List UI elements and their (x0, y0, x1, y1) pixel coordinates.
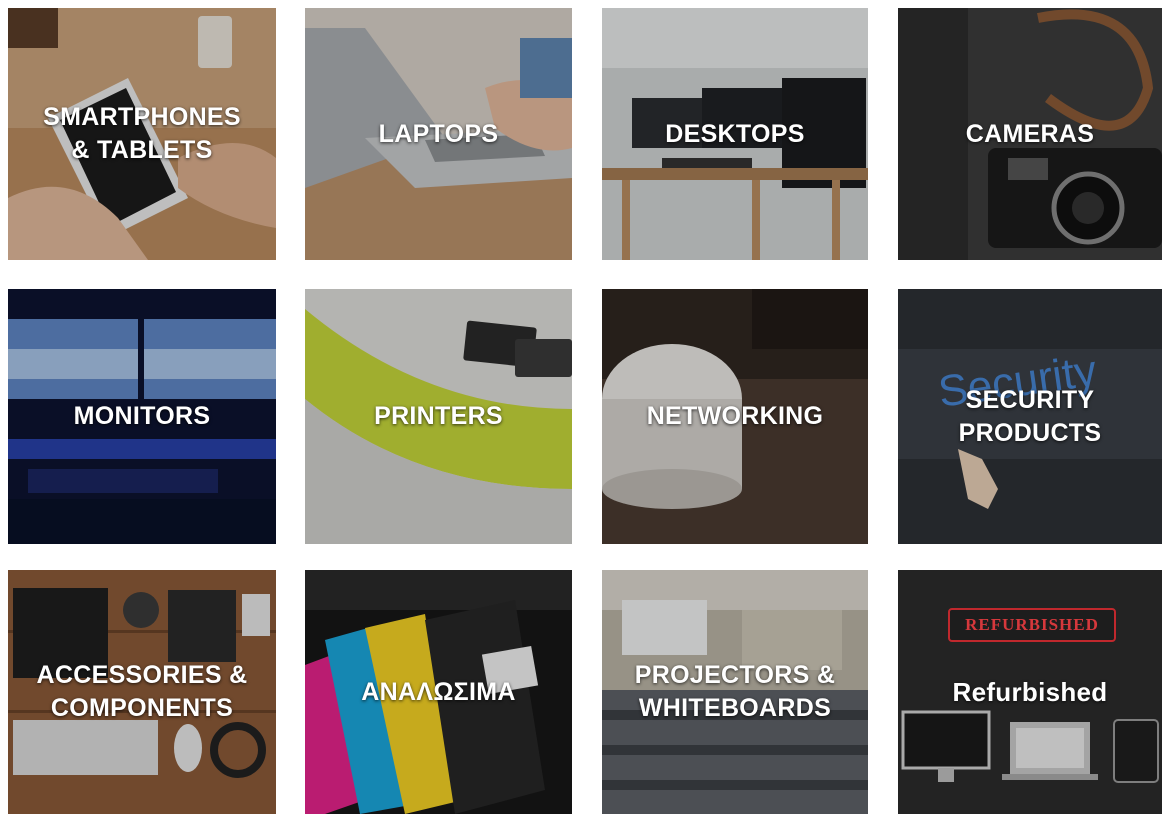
category-label-refurbished: Refurbished (952, 676, 1108, 707)
category-tile-cameras[interactable]: CAMERAS (898, 8, 1162, 260)
category-label-desktops: DESKTOPS (665, 119, 805, 148)
category-tile-desktops[interactable]: DESKTOPS (602, 8, 868, 260)
category-label-cameras: CAMERAS (965, 119, 1095, 148)
category-tile-projectors[interactable]: PROJECTORS & WHITEBOARDS (602, 570, 868, 814)
category-label-accessories: ACCESSORIES & COMPONENTS (36, 661, 248, 722)
category-tile-refurbished[interactable]: REFURBISHED Refurbished (898, 570, 1162, 814)
refurbished-stamp: REFURBISHED (948, 608, 1116, 642)
category-label-printers: PRINTERS (374, 402, 503, 430)
category-tile-security[interactable]: Security SECURITY PRODUCTS (898, 289, 1162, 544)
category-tile-monitors[interactable]: MONITORS (8, 289, 276, 544)
category-label-laptops: LAPTOPS (378, 119, 499, 148)
category-tile-laptops[interactable]: LAPTOPS (305, 8, 572, 260)
category-tile-printers[interactable]: PRINTERS (305, 289, 572, 544)
category-label-monitors: MONITORS (73, 402, 211, 430)
category-label-projectors: PROJECTORS & WHITEBOARDS (634, 661, 836, 722)
category-label-security: SECURITY PRODUCTS (958, 385, 1102, 447)
category-tile-consumables[interactable]: ΑΝΑΛΩΣΙΜΑ (305, 570, 572, 814)
category-label-networking: NETWORKING (646, 402, 824, 430)
category-label-smartphones: SMARTPHONES & TABLETS (43, 103, 241, 164)
category-tile-accessories[interactable]: ACCESSORIES & COMPONENTS (8, 570, 276, 814)
category-tile-networking[interactable]: NETWORKING (602, 289, 868, 544)
category-label-consumables: ΑΝΑΛΩΣΙΜΑ (361, 677, 516, 706)
category-grid: SMARTPHONES & TABLETS LAPTOPS DESKTOPS C… (0, 0, 1162, 814)
category-tile-smartphones[interactable]: SMARTPHONES & TABLETS (8, 8, 276, 260)
